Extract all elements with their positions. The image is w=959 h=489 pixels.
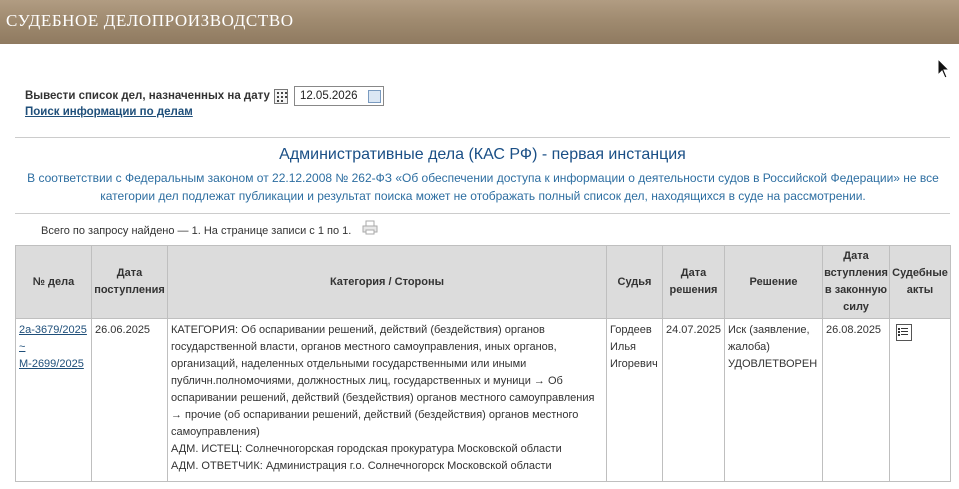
- table-row: 2а-3679/2025 ~ М-2699/2025 26.06.2025 КА…: [15, 318, 951, 482]
- col-header-decision-date: Дата решения: [662, 245, 725, 319]
- case-category: КАТЕГОРИЯ: Об оспаривании решений, дейст…: [171, 324, 595, 438]
- date-input[interactable]: 12.05.2026: [293, 86, 384, 106]
- col-header-case-number: № дела: [15, 245, 92, 319]
- col-header-decision: Решение: [724, 245, 823, 319]
- acts-cell: [889, 318, 951, 482]
- cases-table: № дела Дата поступления Категория / Стор…: [15, 245, 951, 482]
- received-date-cell: 26.06.2025: [91, 318, 168, 482]
- results-count: Всего по запросу найдено — 1. На страниц…: [41, 225, 352, 237]
- site-banner: СУДЕБНОЕ ДЕЛОПРОИЗВОДСТВО: [0, 0, 959, 44]
- col-header-received: Дата поступления: [91, 245, 168, 319]
- case-number-link[interactable]: 2а-3679/2025: [19, 322, 88, 339]
- case-number-cell: 2а-3679/2025 ~ М-2699/2025: [15, 318, 92, 482]
- date-filter-row: Вывести список дел, назначенных на дату …: [25, 85, 384, 107]
- effective-date-cell: 26.08.2025: [822, 318, 890, 482]
- calendar-icon[interactable]: [273, 88, 288, 104]
- table-header-row: № дела Дата поступления Категория / Стор…: [15, 245, 951, 319]
- col-header-judge: Судья: [606, 245, 663, 319]
- judge-cell: Гордеев Илья Игоревич: [606, 318, 663, 482]
- decision-cell: Иск (заявление, жалоба) УДОВЛЕТВОРЕН: [724, 318, 823, 482]
- banner-title: СУДЕБНОЕ ДЕЛОПРОИЗВОДСТВО: [6, 11, 294, 30]
- col-header-acts: Судебные акты: [889, 245, 951, 319]
- date-input-value: 12.05.2026: [299, 90, 358, 102]
- case-number-separator[interactable]: ~: [19, 339, 88, 356]
- print-icon[interactable]: [362, 220, 378, 235]
- category-parties-cell: КАТЕГОРИЯ: Об оспаривании решений, дейст…: [167, 318, 607, 482]
- case-material-link[interactable]: М-2699/2025: [19, 356, 88, 373]
- date-picker-icon[interactable]: [367, 89, 381, 103]
- col-header-category: Категория / Стороны: [167, 245, 607, 319]
- case-search-link[interactable]: Поиск информации по делам: [25, 106, 193, 118]
- mouse-cursor-icon: [937, 58, 951, 79]
- document-icon[interactable]: [896, 324, 912, 341]
- decision-date-cell: 24.07.2025: [662, 318, 725, 482]
- col-header-effective-date: Дата вступления в законную силу: [822, 245, 890, 319]
- defendant: АДМ. ОТВЕТЧИК: Администрация г.о. Солнеч…: [171, 460, 552, 472]
- publication-notice: В соответствии с Федеральным законом от …: [27, 171, 939, 203]
- divider-top: [15, 137, 950, 138]
- section-title: Административные дела (КАС РФ) - первая …: [279, 146, 686, 163]
- plaintiff: АДМ. ИСТЕЦ: Солнечногорская городская пр…: [171, 443, 562, 455]
- date-filter-label: Вывести список дел, назначенных на дату: [25, 90, 270, 102]
- divider-bottom: [15, 213, 950, 214]
